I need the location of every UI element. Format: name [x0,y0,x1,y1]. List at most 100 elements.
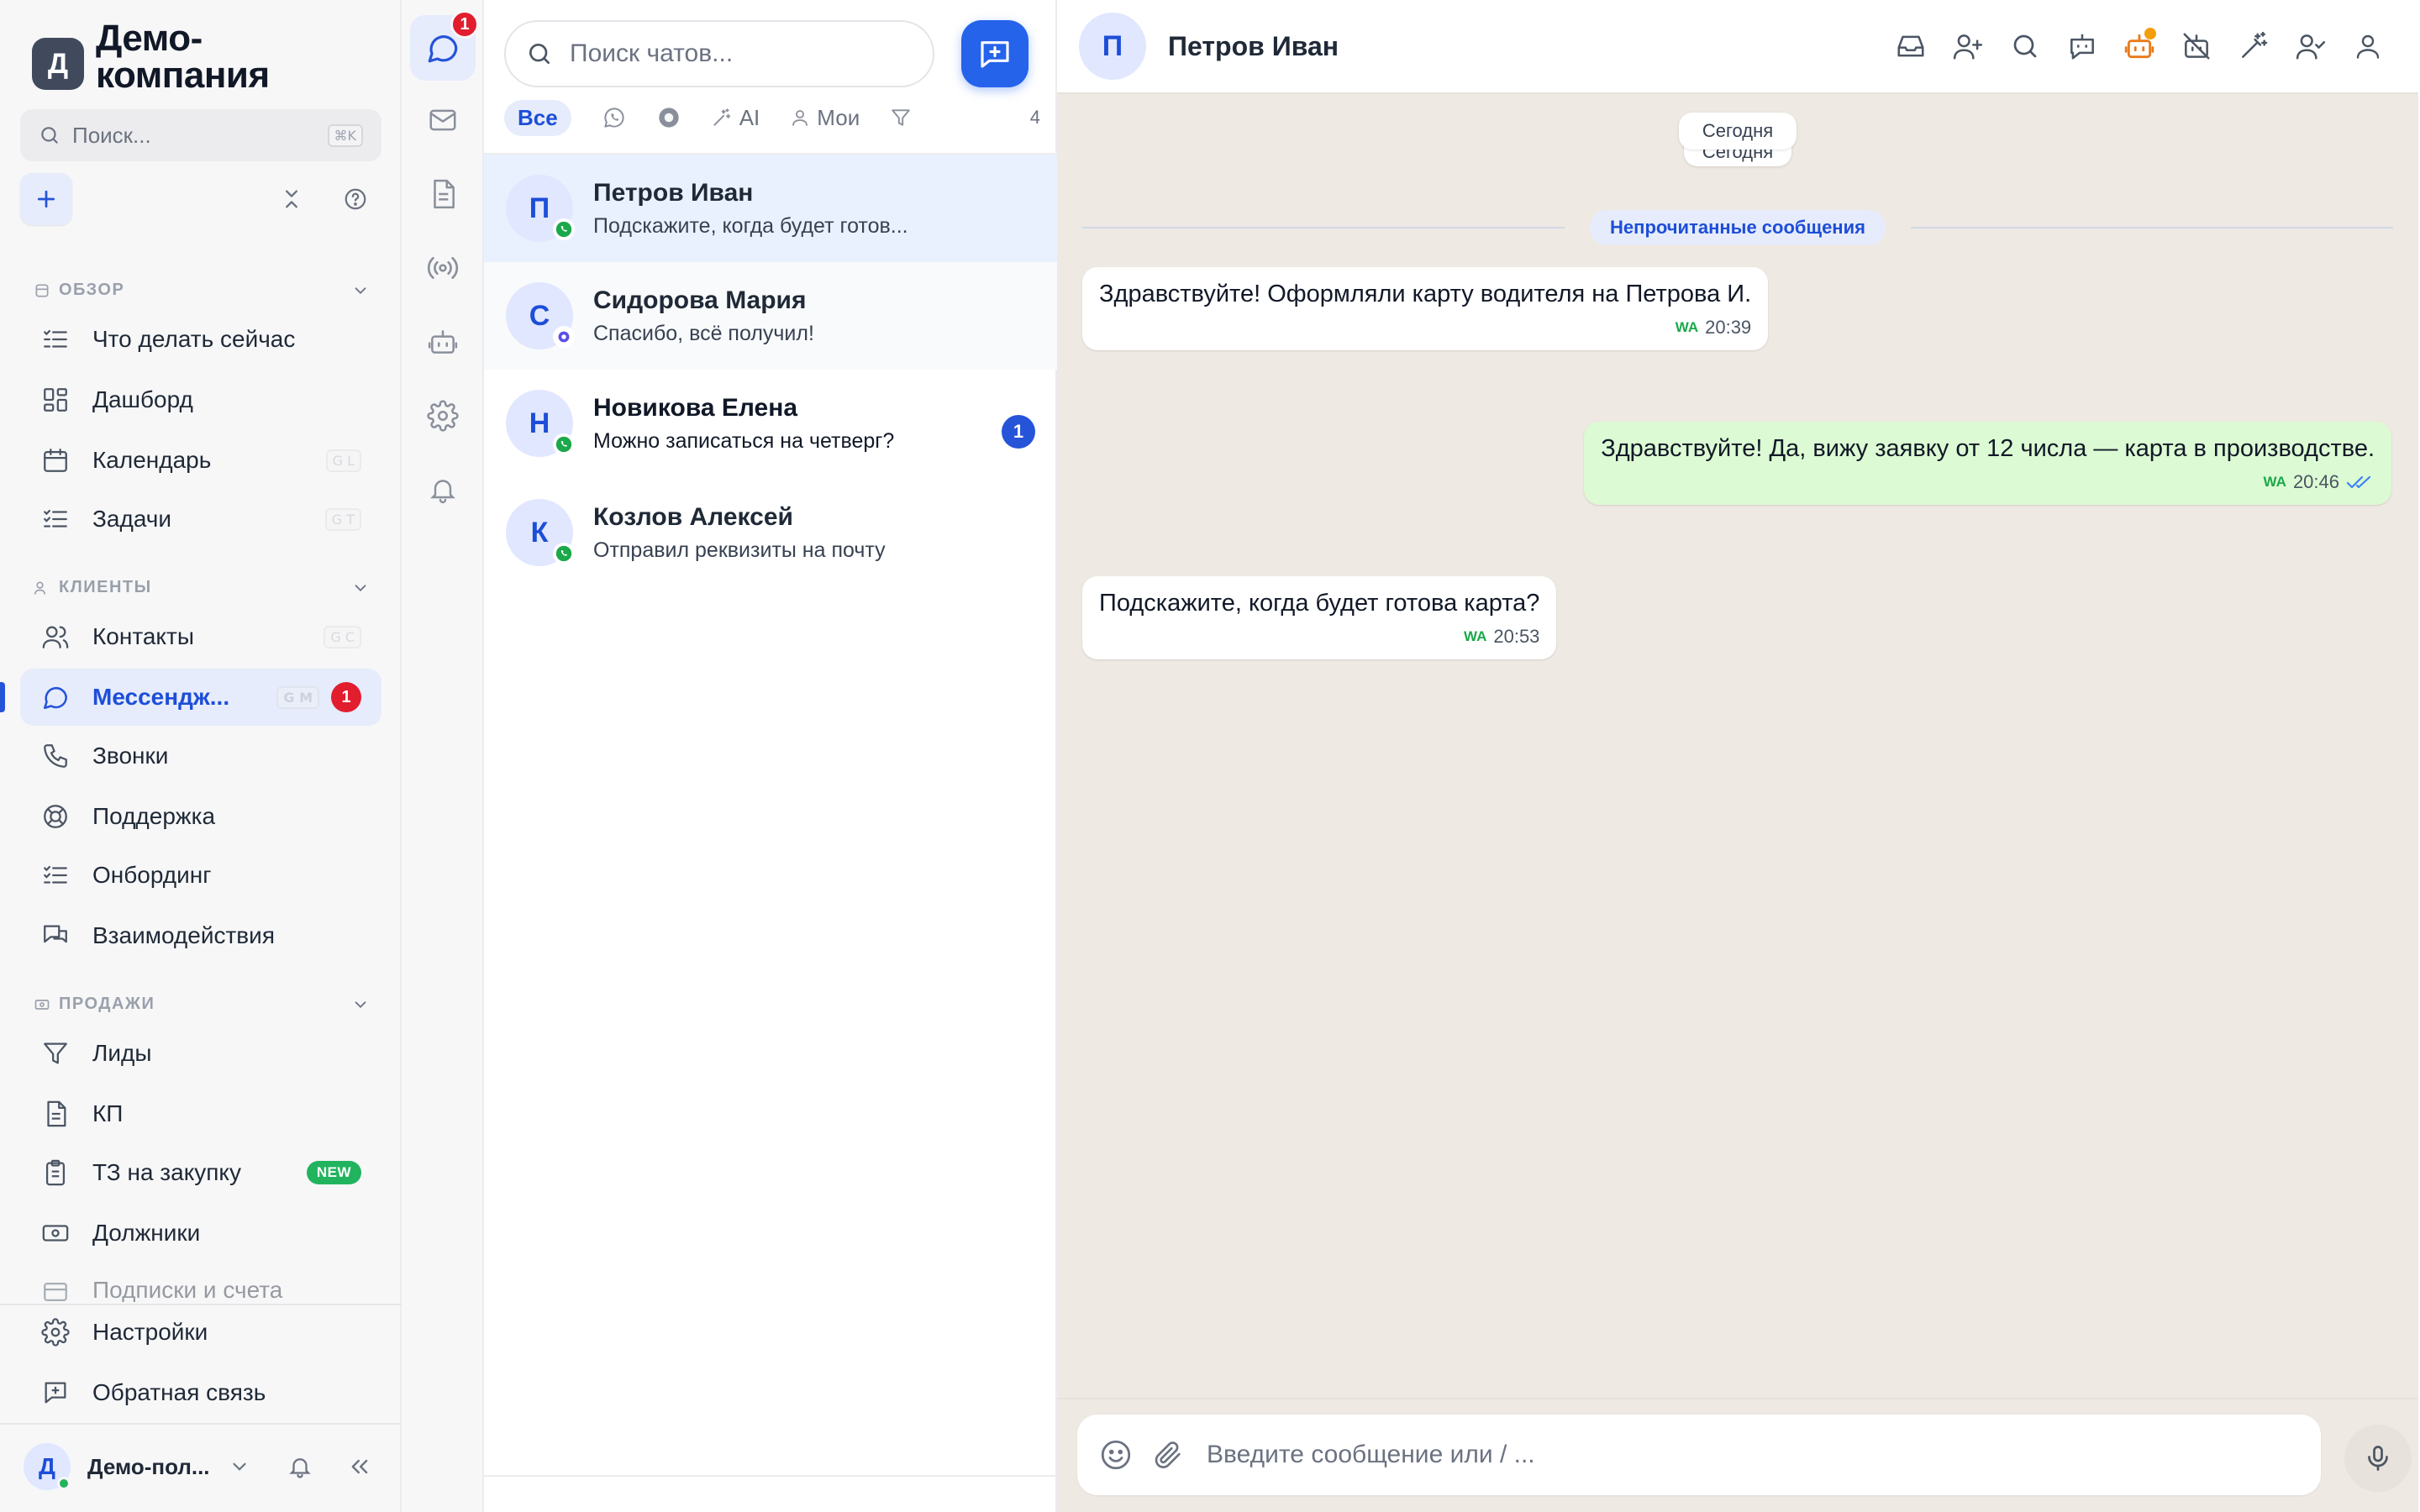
archive-inbox-icon[interactable] [1882,18,1939,75]
nav-item-todo-now[interactable]: Что делать сейчас [20,311,381,368]
nav-item-dashboard[interactable]: Дашборд [20,371,381,428]
avatar: К [506,499,575,566]
chat-preview: Можно записаться на четверг? [593,428,895,453]
nav-item-tasks[interactable]: Задачи G T [20,491,381,548]
message-composer: Введите сообщение или / ... [1057,1398,2418,1512]
separator-line [1910,227,2394,228]
bell-icon[interactable] [287,1454,313,1479]
bot-chat-icon[interactable] [2054,18,2111,75]
nav-item-onboarding[interactable]: Онбординг [20,847,381,904]
section-clients-header[interactable]: КЛИЕНТЫ [34,578,370,597]
voice-message-button[interactable] [2344,1425,2412,1492]
main-sidebar: Д Демо-компания Поиск... ⌘K ОБЗОР Что де… [0,0,402,1512]
brand[interactable]: Д Демо-компания [32,20,365,94]
filter-ai[interactable]: AI [711,105,760,131]
divider [0,1423,402,1425]
search-icon[interactable] [1996,18,2054,75]
filter-mine[interactable]: Мои [790,105,860,131]
rail-bots-button[interactable] [410,309,476,375]
dashboard-icon [40,385,71,415]
message-bubble[interactable]: Здравствуйте! Да, вижу заявку от 12 числ… [1584,422,2391,505]
emoji-icon[interactable] [1094,1433,1138,1477]
nav-item-support[interactable]: Поддержка [20,788,381,845]
message-meta: WA 20:46 [1601,471,2375,493]
nav-item-interactions[interactable]: Взаимодействия [20,907,381,964]
separator-line [1082,227,1565,228]
rail-notifications-button[interactable] [410,457,476,522]
max-messenger-icon [659,108,679,128]
nav-label: Подписки и счета [92,1277,283,1302]
message-bubble[interactable]: Здравствуйте! Оформляли карту водителя н… [1082,267,1769,350]
section-overview-header[interactable]: ОБЗОР [34,281,370,300]
nav-item-leads[interactable]: Лиды [20,1025,381,1082]
collapse-sidebar-icon[interactable] [348,1455,371,1478]
nav-label: ТЗ на закупку [92,1159,241,1185]
chat-name: Сидорова Мария [593,286,807,314]
new-chat-button[interactable] [961,20,1028,87]
filter-more[interactable] [890,107,912,129]
add-user-icon[interactable] [1939,18,1996,75]
filter-all[interactable]: Все [504,99,571,136]
chat-search-input[interactable]: Поиск чатов... [504,20,934,87]
conversation-title[interactable]: Петров Иван [1168,31,1882,62]
nav-label: Контакты [92,623,194,649]
profile-icon[interactable] [2339,18,2396,75]
notification-dot [2144,28,2156,39]
rail-documents-button[interactable] [410,161,476,227]
chat-list-item[interactable]: К Козлов Алексей Отправил реквизиты на п… [484,479,1057,586]
shortcut-hint: G T [324,507,361,531]
nav-item-calls[interactable]: Звонки [20,727,381,785]
attachment-icon[interactable] [1146,1433,1190,1477]
chevron-down-icon[interactable] [229,1456,250,1478]
divider [484,1475,1057,1477]
calendar-icon [40,445,71,475]
rail-email-button[interactable] [410,87,476,153]
user-check-icon[interactable] [2282,18,2339,75]
section-sales-header[interactable]: ПРОДАЖИ [34,995,370,1014]
filter-whatsapp[interactable] [602,105,627,130]
nav-item-subscriptions[interactable]: Подписки и счета [20,1263,381,1302]
brand-name: Демо-компания [96,18,270,96]
nav-item-procurement[interactable]: ТЗ на закупку NEW [20,1144,381,1201]
nav-item-contacts[interactable]: Контакты G C [20,608,381,665]
ai-bot-icon[interactable] [2111,18,2168,75]
avatar-letter: Н [529,407,550,439]
channel-tag: WA [1463,628,1487,644]
contacts-icon [40,622,71,652]
nav-item-settings[interactable]: Настройки [20,1304,381,1361]
collapse-sections-button[interactable] [266,173,318,225]
chat-list-item[interactable]: П Петров Иван Подскажите, когда будет го… [484,155,1057,262]
create-button[interactable] [20,173,72,225]
message-bubble[interactable]: Подскажите, когда будет готова карта? WA… [1082,576,1557,659]
user-menu[interactable]: Д Демо-пол... [24,1441,385,1492]
rail-chats-button[interactable]: 1 [410,10,479,81]
avatar[interactable]: П [1079,13,1146,80]
checklist-icon [40,860,71,890]
chat-list-item[interactable]: Н Новикова Елена Можно записаться на чет… [484,370,1057,477]
help-button[interactable] [329,173,381,225]
nav-item-messenger[interactable]: Мессендж... G M 1 [20,669,381,726]
unread-separator: Непрочитанные сообщения [1082,210,2394,245]
bot-off-icon[interactable] [2168,18,2225,75]
sales-section-icon [34,999,50,1010]
whatsapp-icon [604,108,624,128]
unread-badge: 1 [1002,415,1035,449]
message-time: 20:39 [1705,317,1752,338]
message-input[interactable]: Введите сообщение или / ... [1077,1415,2321,1495]
nav-item-proposals[interactable]: КП [20,1085,381,1142]
nav-label: Что делать сейчас [92,326,296,352]
nav-item-feedback[interactable]: Обратная связь [20,1364,381,1421]
chat-list-item[interactable]: С Сидорова Мария Спасибо, всё получил! [484,262,1057,370]
rail-settings-button[interactable] [410,383,476,449]
nav-label: Мессендж... [92,684,230,710]
nav-item-calendar[interactable]: Календарь G L [20,432,381,489]
filter-max[interactable] [657,106,681,129]
sidebar-search[interactable]: Поиск... ⌘K [20,109,381,161]
rail-broadcast-button[interactable] [410,235,476,301]
nav-label: Взаимодействия [92,922,275,948]
chat-count: 4 [1029,107,1040,128]
nav-label: Звонки [92,743,169,769]
nav-item-debtors[interactable]: Должники [20,1205,381,1262]
magic-wand-icon[interactable] [2225,18,2282,75]
date-separator: Сегодня Сегодня [1679,113,1797,171]
